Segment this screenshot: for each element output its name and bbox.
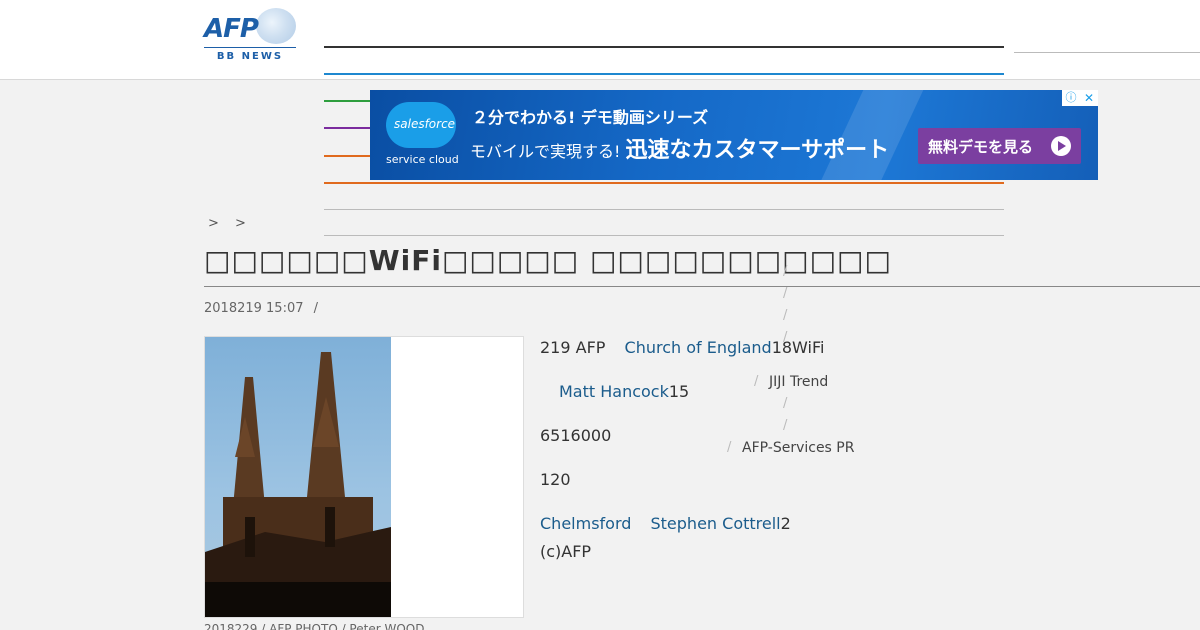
paragraph-2: Matt Hancock15 — [559, 382, 689, 401]
sidebar-sep-7: / — [783, 418, 788, 433]
ad-brand-sub: service cloud — [386, 153, 459, 166]
photo-caption: 2018229 / AFP PHOTO / Peter WOOD — [204, 622, 425, 630]
title-divider — [204, 286, 1200, 287]
ad-brand: salesforce — [394, 117, 456, 131]
nav-category-6[interactable] — [324, 182, 1004, 184]
paragraph-3: 6516000 — [540, 426, 612, 445]
article-date-sep: / — [313, 301, 319, 316]
article-title: □□□□□□WiFi□□□□□ □□□□□□□□□□□ — [204, 244, 892, 277]
header-divider — [1014, 52, 1200, 53]
sidebar-sep-3: / — [783, 308, 788, 323]
logo-rule — [204, 47, 296, 48]
link-matt-hancock[interactable]: Matt Hancock — [559, 382, 669, 401]
ad-cta-button[interactable]: 無料デモを見る — [918, 128, 1081, 164]
p1-text-b: 18WiFi — [771, 338, 825, 357]
play-icon — [1051, 136, 1071, 156]
article-date: 2018219 15:07 — [204, 301, 304, 316]
logo-afp-text: AFP — [204, 14, 259, 44]
breadcrumb[interactable]: > > — [208, 216, 252, 231]
nav-category-8[interactable] — [324, 235, 1004, 236]
sidebar-sep-5: / — [754, 374, 759, 389]
logo-sub-text: BB NEWS — [216, 51, 284, 62]
ad-headline: ２分でわかる! デモ動画シリーズ — [472, 108, 709, 127]
site-header: AFP BB NEWS — [0, 0, 1200, 80]
link-chelmsford[interactable]: Chelmsford — [540, 514, 631, 533]
paragraph-4: 120 — [540, 470, 571, 489]
sidebar-sep-1: / — [783, 264, 788, 279]
ad-subheadline-big: 迅速なカスタマーサポート — [625, 138, 890, 163]
p2-text-b: 15 — [668, 382, 690, 401]
paragraph-6: (c)AFP — [540, 542, 592, 561]
ad-banner[interactable]: salesforce service cloud ２分でわかる! デモ動画シリー… — [370, 90, 1098, 180]
link-church-of-england[interactable]: Church of England — [625, 338, 772, 357]
adchoices-icon[interactable]: ⓘ — [1062, 90, 1080, 106]
globe-icon — [256, 8, 296, 44]
ad-subheadline: モバイルで実現する! 迅速なカスタマーサポート — [470, 132, 889, 164]
cathedral-illustration — [205, 352, 391, 617]
sidebar-sep-6: / — [783, 396, 788, 411]
ad-subheadline-small: モバイルで実現する! — [470, 142, 621, 161]
article-photo-cathedral[interactable] — [205, 337, 391, 617]
paragraph-5: Chelmsford Stephen Cottrell2 — [540, 514, 791, 533]
ad-close-icon[interactable]: ✕ — [1080, 90, 1098, 106]
ad-cta-label: 無料デモを見る — [928, 138, 1034, 156]
nav-category-7[interactable] — [324, 209, 1004, 210]
salesforce-logo: salesforce — [386, 102, 456, 148]
sidebar-sep-8: / — [727, 440, 732, 455]
p1-text-a: 219 AFP — [540, 338, 606, 357]
sidebar-sep-2: / — [783, 286, 788, 301]
link-stephen-cottrell[interactable]: Stephen Cottrell — [651, 514, 781, 533]
p5-text-b: 2 — [780, 514, 791, 533]
sidebar-sep-4: / — [783, 330, 788, 345]
nav-category-2[interactable] — [324, 73, 1004, 75]
paragraph-1: 219 AFP Church of England18WiFi — [540, 338, 824, 357]
nav-category-1[interactable] — [324, 46, 1004, 48]
sidebar-afp-services-pr[interactable]: AFP-Services PR — [742, 440, 854, 456]
sidebar-jiji-trend[interactable]: JIJI Trend — [769, 374, 828, 390]
afp-bb-news-logo[interactable]: AFP BB NEWS — [204, 8, 296, 66]
article-meta: 2018219 15:07 / — [204, 301, 318, 316]
